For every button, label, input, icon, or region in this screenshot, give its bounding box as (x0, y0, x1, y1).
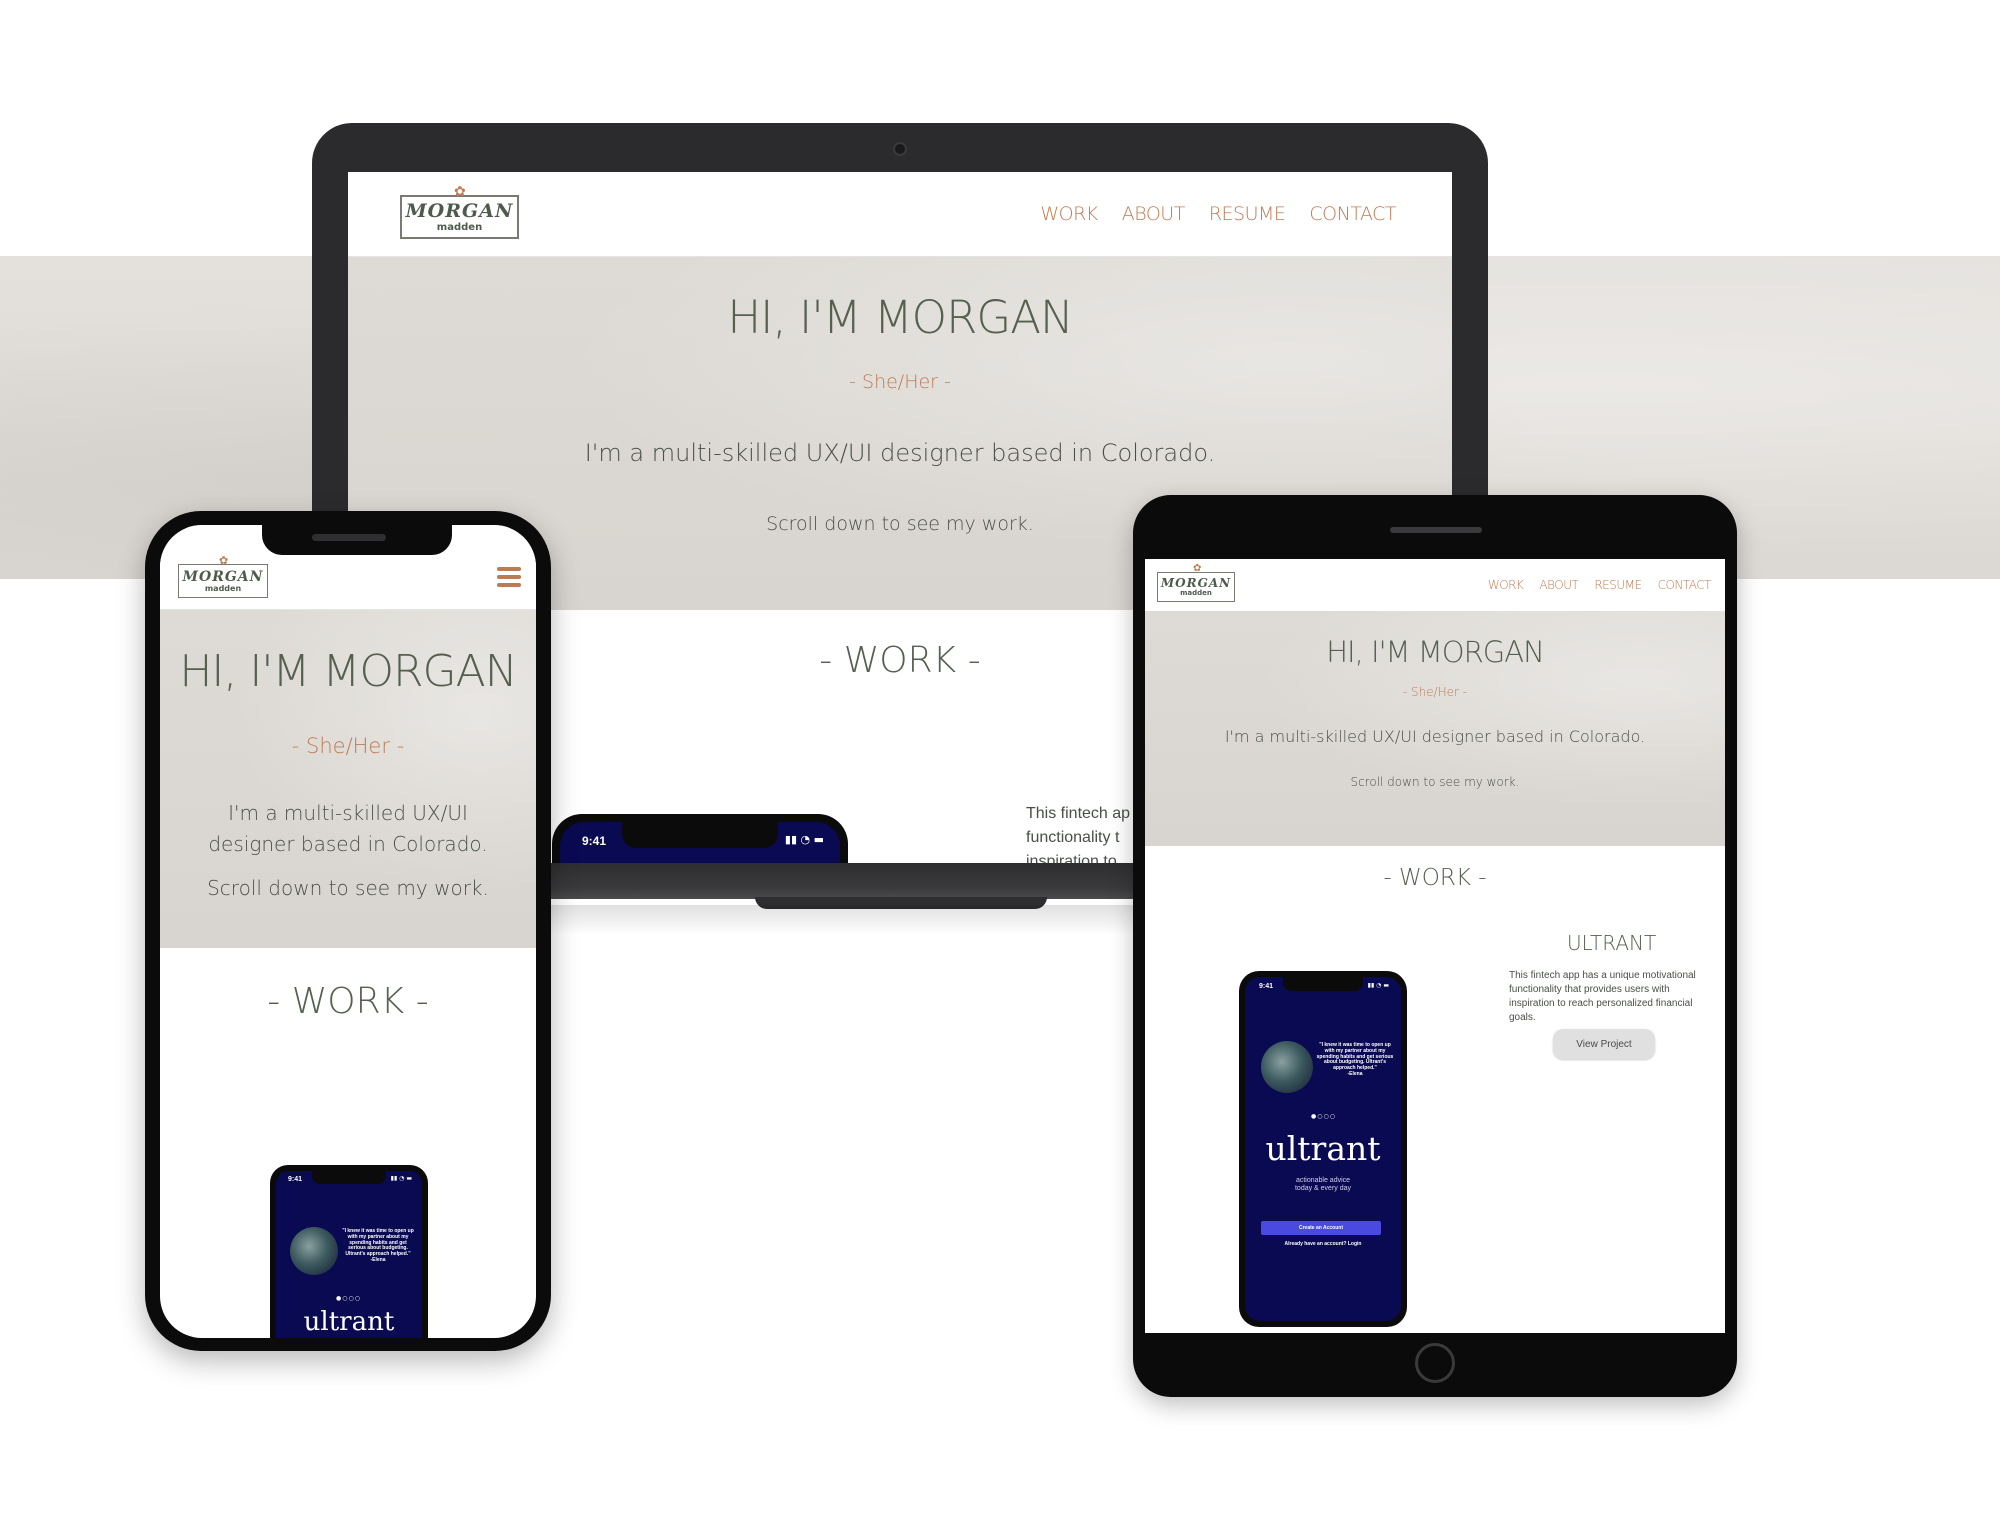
status-icons: ▮▮ ◔ ▬ (390, 1175, 412, 1182)
hero-title: HI, I'M MORGAN (727, 291, 1073, 344)
logo-main-text: MORGAN (1160, 576, 1232, 590)
hero-intro: I'm a multi-skilled UX/UI designer based… (584, 439, 1216, 467)
flower-icon: ✿ (1193, 563, 1202, 574)
testimonial-avatar (290, 1227, 338, 1275)
laptop-mini-phone: 9:41 ▮▮ ◔ ▬ (552, 814, 848, 863)
logo-sub-text: madden (436, 221, 483, 233)
nav-resume[interactable]: RESUME (1209, 203, 1286, 225)
hero-title: HI, I'M MORGAN (179, 646, 517, 697)
phone-speaker (312, 534, 386, 541)
hero-title: HI, I'M MORGAN (1326, 635, 1545, 669)
desc-line: functionality t (1026, 829, 1120, 846)
carousel-dots[interactable]: ●○○○ (336, 1295, 361, 1302)
desc-line: inspiration to (1026, 853, 1117, 863)
hero-pronouns: - She/Her - (1402, 685, 1468, 699)
hero-scroll-hint: Scroll down to see my work. (207, 876, 489, 900)
status-icons: ▮▮ ◔ ▬ (784, 833, 824, 846)
ultrant-tagline: actionable advice today & every day (1294, 1177, 1352, 1193)
hero-pronouns: - She/Her - (849, 371, 951, 393)
nav-contact[interactable]: CONTACT (1658, 578, 1712, 592)
ultrant-phone-mockup: 9:41 ▮▮ ◔ ▬ "I knew it was time to open … (1239, 971, 1407, 1327)
hero-pronouns: - She/Her - (291, 734, 405, 758)
laptop-nav-links: WORK ABOUT RESUME CONTACT (1040, 203, 1396, 225)
hamburger-menu-icon[interactable] (497, 567, 521, 587)
logo-main-text: MORGAN (182, 568, 264, 585)
status-time: 9:41 (288, 1176, 303, 1183)
hero-scroll-hint: Scroll down to see my work. (1350, 775, 1520, 789)
phone-screen: ✿ MORGAN madden HI, I'M MORGAN - She/Her… (160, 525, 536, 1338)
carousel-dots[interactable]: ●○○○ (1311, 1113, 1336, 1120)
status-time: 9:41 (582, 834, 607, 848)
status-time: 9:41 (1259, 983, 1274, 990)
tablet-home-button[interactable] (1415, 1343, 1455, 1383)
ultrant-screen: 9:41 ▮▮ ◔ ▬ "I knew it was time to open … (276, 1171, 422, 1338)
phone-hero: HI, I'M MORGAN - She/Her - I'm a multi-s… (160, 610, 536, 948)
create-account-button[interactable]: Create an Account (1261, 1221, 1381, 1235)
project-description: This fintech app has a unique motivation… (1509, 970, 1696, 1023)
flower-icon: ✿ (219, 554, 229, 567)
laptop-camera (893, 142, 907, 156)
laptop-base (542, 863, 1158, 899)
logo-sub-text: madden (204, 583, 242, 593)
laptop-navbar: ✿ MORGAN madden WORK ABOUT RESUME CONTAC… (348, 172, 1452, 256)
laptop-logo[interactable]: ✿ MORGAN madden (400, 185, 519, 239)
tablet-hero: HI, I'M MORGAN - She/Her - I'm a multi-s… (1145, 611, 1725, 846)
testimonial-quote: "I knew it was time to open up with my p… (1316, 1042, 1394, 1077)
testimonial-quote: "I knew it was time to open up with my p… (342, 1228, 414, 1263)
ultrant-brand: ultrant (1265, 1129, 1381, 1168)
laptop-shadow (542, 905, 1158, 935)
hero-intro: I'm a multi-skilled UX/UI designer based… (208, 801, 488, 856)
ultrant-screen: 9:41 ▮▮ ◔ ▬ "I knew it was time to open … (1245, 977, 1401, 1321)
work-heading: - WORK - (267, 981, 429, 1022)
tablet-screen: ✿ MORGAN madden WORK ABOUT RESUME CONTAC… (1145, 559, 1725, 1333)
nav-resume[interactable]: RESUME (1594, 578, 1642, 592)
laptop-project-desc: This fintech ap functionality t inspirat… (1026, 802, 1136, 863)
ultrant-brand: ultrant (303, 1307, 395, 1337)
nav-about[interactable]: ABOUT (1122, 203, 1186, 225)
logo-main-text: MORGAN (405, 199, 514, 222)
view-project-button[interactable]: View Project (1553, 1029, 1655, 1059)
project-title: ULTRANT (1567, 931, 1657, 955)
tablet-logo[interactable]: ✿ MORGAN madden (1157, 564, 1235, 602)
testimonial-avatar (1261, 1041, 1313, 1093)
nav-work[interactable]: WORK (1040, 203, 1098, 225)
nav-work[interactable]: WORK (1488, 578, 1524, 592)
nav-contact[interactable]: CONTACT (1309, 203, 1396, 225)
work-heading: - WORK - (1383, 865, 1487, 891)
login-link[interactable]: Already have an account? Login (1245, 1241, 1401, 1247)
tablet-nav-links: WORK ABOUT RESUME CONTACT (1488, 578, 1712, 592)
hero-intro: I'm a multi-skilled UX/UI designer based… (1224, 727, 1646, 746)
phone-logo[interactable]: ✿ MORGAN madden (178, 555, 268, 598)
status-icons: ▮▮ ◔ ▬ (1367, 982, 1389, 989)
logo-sub-text: madden (1180, 589, 1212, 597)
ultrant-phone-mockup: 9:41 ▮▮ ◔ ▬ "I knew it was time to open … (270, 1165, 428, 1338)
nav-about[interactable]: ABOUT (1539, 578, 1578, 592)
desc-line: This fintech ap (1026, 805, 1131, 822)
tablet-speaker (1390, 527, 1482, 533)
tablet-navbar: ✿ MORGAN madden WORK ABOUT RESUME CONTAC… (1145, 559, 1725, 611)
flower-icon: ✿ (454, 184, 466, 200)
